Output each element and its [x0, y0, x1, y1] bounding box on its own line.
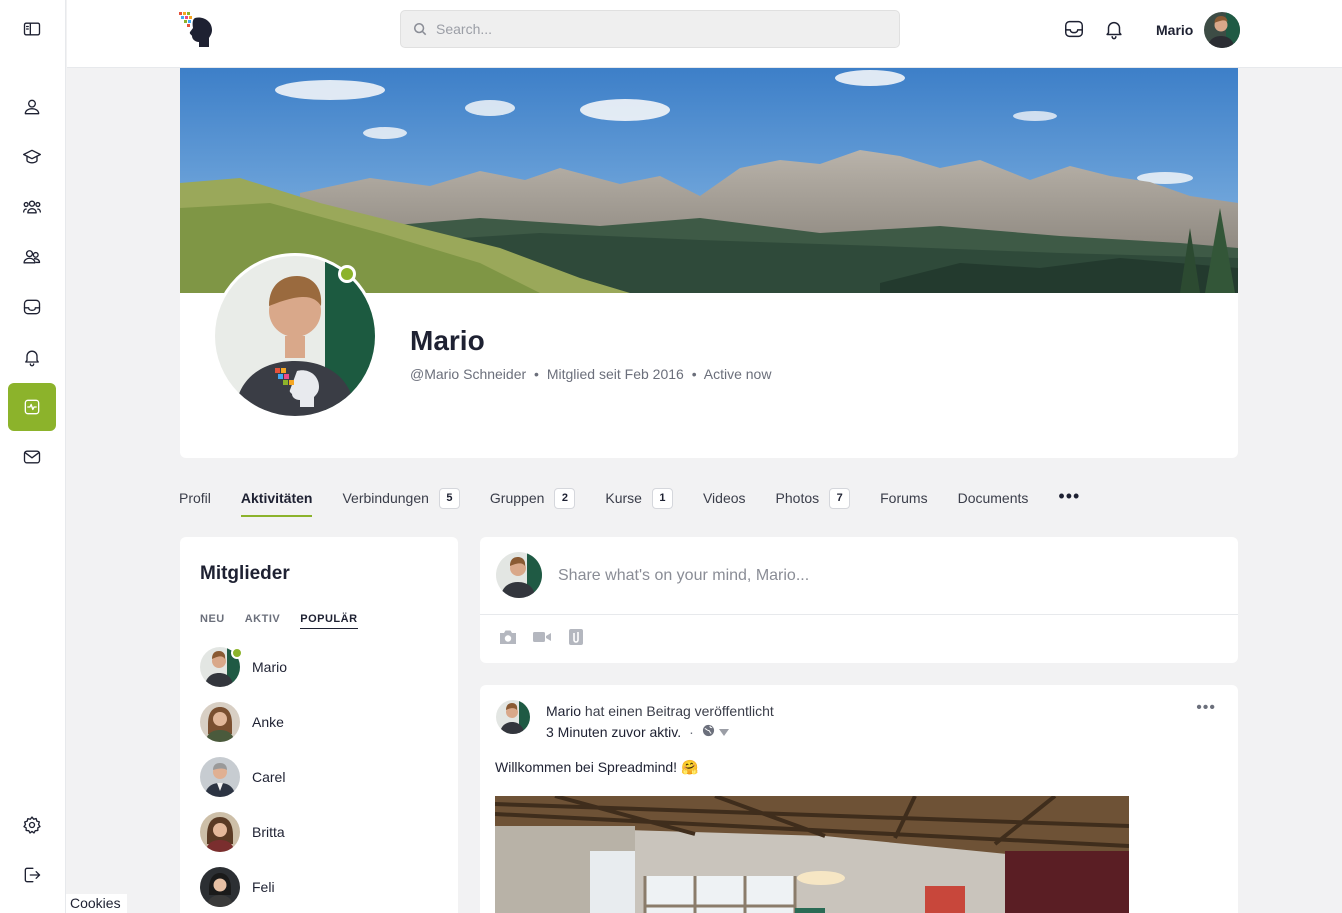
cover-photo: [180, 68, 1238, 293]
search-bar[interactable]: [400, 10, 900, 48]
profile-tabs: Profil Aktivitäten Verbindungen 5 Gruppen…: [179, 480, 1080, 520]
tab-gruppen[interactable]: Gruppen 2: [489, 480, 576, 518]
tab-profil[interactable]: Profil: [179, 480, 211, 518]
more-tabs-icon[interactable]: •••: [1058, 480, 1080, 520]
tab-count-badge: 5: [438, 488, 460, 509]
post-text: Willkommen bei Spreadmind! 🤗: [495, 759, 699, 775]
divider: [480, 614, 1238, 615]
members-icon[interactable]: [8, 233, 56, 281]
tab-label: Aktivitäten: [240, 490, 313, 506]
profile-icon[interactable]: [8, 83, 56, 131]
privacy-globe-icon[interactable]: [702, 724, 715, 740]
tab-label: Photos: [775, 490, 820, 506]
filter-neu[interactable]: NEU: [200, 613, 225, 629]
avatar[interactable]: [200, 757, 240, 797]
members-filter-tabs: NEU AKTIV POPULÄR: [200, 613, 378, 629]
messages-icon[interactable]: [8, 433, 56, 481]
tab-label: Documents: [957, 490, 1029, 506]
activity-icon[interactable]: [8, 383, 56, 431]
search-icon: [413, 22, 427, 36]
online-status-indicator: [338, 265, 356, 283]
tab-label: Gruppen: [489, 490, 545, 506]
member-item[interactable]: Anke: [200, 702, 284, 742]
avatar[interactable]: [200, 812, 240, 852]
settings-icon[interactable]: [8, 801, 56, 849]
logout-icon[interactable]: [8, 851, 56, 899]
post-meta: 3 Minuten zuvor aktiv. ·: [546, 724, 729, 740]
profile-name: Mario: [410, 325, 485, 356]
left-sidebar: [0, 0, 66, 913]
attachment-icon[interactable]: [566, 628, 586, 646]
post-action: hat einen Beitrag veröffentlicht: [584, 703, 774, 719]
inbox-icon[interactable]: [1063, 18, 1085, 40]
tab-documents[interactable]: Documents: [958, 480, 1029, 518]
avatar[interactable]: [200, 702, 240, 742]
composer-toolbar: [498, 628, 600, 646]
avatar[interactable]: [496, 700, 530, 734]
tab-label: Kurse: [605, 490, 642, 506]
activity-post: Mario hat einen Beitrag veröffentlicht 3…: [480, 685, 1238, 913]
member-name[interactable]: Feli: [252, 879, 275, 895]
tab-label: Profil: [179, 490, 211, 506]
tab-aktivitaeten[interactable]: Aktivitäten: [240, 480, 313, 518]
member-name[interactable]: Anke: [252, 714, 284, 730]
meta-separator: •: [691, 366, 697, 382]
tab-photos[interactable]: Photos 7: [776, 480, 851, 518]
notifications-icon[interactable]: [8, 333, 56, 381]
post-time: 3 Minuten zuvor aktiv.: [546, 724, 682, 740]
tab-label: Verbindungen: [342, 490, 429, 506]
tab-verbindungen[interactable]: Verbindungen 5: [342, 480, 460, 518]
member-name[interactable]: Carel: [252, 769, 285, 785]
activity-status: Active now: [703, 366, 772, 382]
spreadmind-logo[interactable]: [179, 12, 217, 48]
filter-aktiv[interactable]: AKTIV: [245, 613, 281, 629]
header-user-name[interactable]: Mario: [1156, 22, 1193, 38]
profile-meta: @Mario Schneider • Mitglied seit Feb 201…: [410, 366, 771, 382]
member-item[interactable]: Britta: [200, 812, 285, 852]
inbox-icon[interactable]: [8, 283, 56, 331]
tab-videos[interactable]: Videos: [703, 480, 746, 518]
privacy-dropdown-icon[interactable]: [718, 724, 729, 740]
profile-handle: @Mario Schneider: [410, 366, 527, 382]
tab-count-badge: 1: [651, 488, 673, 509]
member-item[interactable]: Carel: [200, 757, 285, 797]
tab-label: Videos: [702, 490, 746, 506]
avatar: [496, 552, 542, 598]
post-more-icon[interactable]: •••: [1196, 699, 1216, 717]
member-item[interactable]: Mario: [200, 647, 287, 687]
member-item[interactable]: Feli: [200, 867, 275, 907]
tab-count-badge: 7: [829, 488, 851, 509]
tab-kurse[interactable]: Kurse 1: [605, 480, 673, 518]
camera-icon[interactable]: [498, 628, 518, 646]
online-status-indicator: [231, 647, 243, 659]
profile-cover-card: Mario @Mario Schneider • Mitglied seit F…: [180, 68, 1238, 458]
avatar[interactable]: [200, 867, 240, 907]
filter-populaer[interactable]: POPULÄR: [300, 613, 358, 629]
members-widget: Mitglieder NEU AKTIV POPULÄR Mario Anke …: [180, 537, 458, 913]
member-name[interactable]: Britta: [252, 824, 285, 840]
tab-forums[interactable]: Forums: [880, 480, 927, 518]
header-avatar[interactable]: [1204, 12, 1240, 48]
search-input[interactable]: [436, 21, 876, 37]
groups-icon[interactable]: [8, 183, 56, 231]
top-header: Mario: [67, 0, 1342, 68]
post-composer: Share what's on your mind, Mario...: [480, 537, 1238, 663]
members-widget-title: Mitglieder: [200, 563, 290, 584]
member-name[interactable]: Mario: [252, 659, 287, 675]
tab-count-badge: 2: [554, 488, 576, 509]
cookies-link[interactable]: Cookies: [66, 894, 127, 913]
post-image[interactable]: [495, 796, 1129, 913]
courses-icon[interactable]: [8, 133, 56, 181]
video-icon[interactable]: [532, 628, 552, 646]
post-headline: Mario hat einen Beitrag veröffentlicht: [546, 703, 774, 719]
meta-separator: ·: [689, 724, 694, 740]
tab-label: Forums: [880, 490, 928, 506]
panel-toggle-icon[interactable]: [8, 5, 56, 53]
member-since: Mitglied seit Feb 2016: [546, 366, 684, 382]
composer-input[interactable]: Share what's on your mind, Mario...: [558, 567, 809, 585]
meta-separator: •: [534, 366, 539, 382]
post-author[interactable]: Mario: [546, 703, 581, 719]
notifications-icon[interactable]: [1103, 18, 1125, 40]
